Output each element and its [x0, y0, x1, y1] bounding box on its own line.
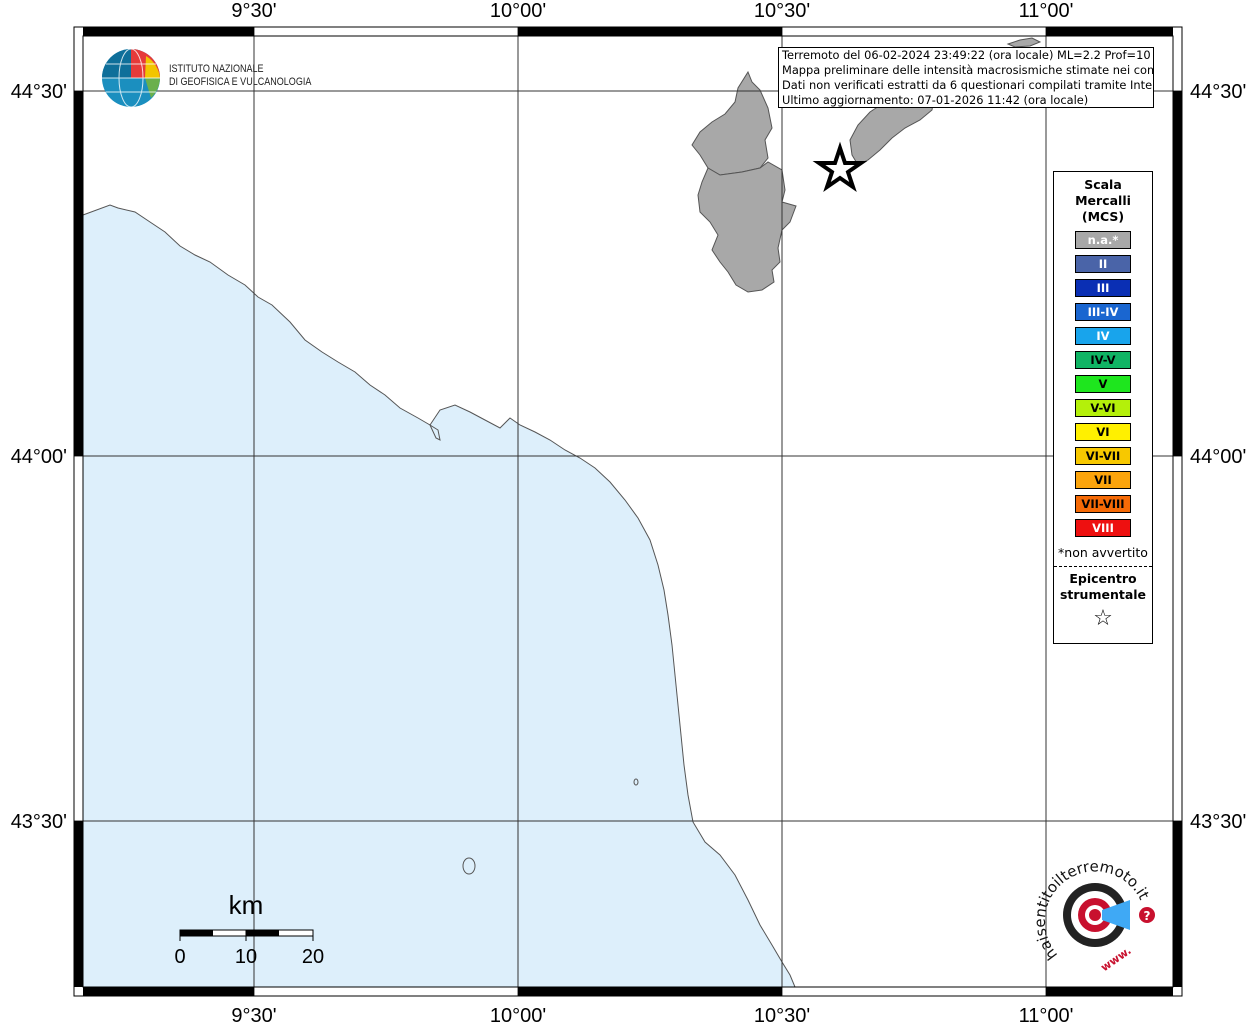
legend-note: *non avvertito — [1058, 545, 1148, 560]
legend-swatch-viii: VIII — [1075, 519, 1131, 537]
legend-swatch-v-vi: V-VI — [1075, 399, 1131, 417]
legend-swatch-ii: II — [1075, 255, 1131, 273]
legend-title-line: Mercalli — [1075, 193, 1131, 208]
legend-title-line: Scala — [1084, 177, 1122, 192]
legend-swatch-iii-iv: III-IV — [1075, 303, 1131, 321]
ingv-name-line1: ISTITUTO NAZIONALE — [169, 63, 264, 75]
epicenter-label-line: Epicentro — [1069, 571, 1137, 586]
epicenter-legend-label: Epicentro strumentale — [1054, 571, 1152, 603]
lat-label-left: 44°30' — [11, 81, 67, 103]
scale-tick: 0 — [174, 946, 185, 968]
legend-swatch-iii: III — [1075, 279, 1131, 297]
lon-label-top: 10°30' — [754, 0, 810, 22]
legend-swatch-vi: VI — [1075, 423, 1131, 441]
ingv-name-line2: DI GEOFISICA E VULCANOLOGIA — [169, 76, 312, 88]
question-mark: ? — [1144, 909, 1151, 923]
islet — [633, 778, 639, 786]
intensity-legend: Scala Mercalli (MCS) n.a.* II III III-IV IV I… — [1053, 171, 1153, 644]
event-description: Terremoto del 06-02-2024 23:49:22 (ora l… — [782, 48, 1154, 62]
lon-label-bottom: 10°00' — [490, 1005, 546, 1024]
ingv-logo: ISTITUTO NAZIONALE DI GEOFISICA E VULCAN… — [101, 48, 331, 110]
lon-label-top: 10°00' — [490, 0, 546, 22]
event-info-box: Terremoto del 06-02-2024 23:49:22 (ora l… — [778, 47, 1154, 108]
map-description: Mappa preliminare delle intensità macros… — [782, 63, 1154, 77]
lat-label-right: 44°30' — [1190, 81, 1246, 103]
lat-label-left: 44°00' — [11, 446, 67, 468]
lon-label-bottom: 9°30' — [231, 1005, 276, 1024]
legend-swatch-n-a: n.a.* — [1075, 231, 1131, 249]
lon-label-top: 11°00' — [1019, 0, 1074, 22]
globe-icon — [102, 48, 160, 108]
legend-swatch-iv-v: IV-V — [1075, 351, 1131, 369]
lon-label-bottom: 11°00' — [1019, 1005, 1074, 1024]
legend-swatch-vi-vii: VI-VII — [1075, 447, 1131, 465]
scale-tick: 10 — [235, 946, 257, 968]
data-source-note: Dati non verificati estratti da 6 questi… — [782, 78, 1154, 92]
legend-swatch-v: V — [1075, 375, 1131, 393]
island — [462, 857, 476, 875]
scale-tick: 20 — [302, 946, 324, 968]
legend-divider — [1054, 566, 1152, 567]
lon-label-bottom: 10°30' — [754, 1005, 810, 1024]
legend-title-line: (MCS) — [1081, 209, 1125, 224]
lat-label-left: 43°30' — [11, 811, 67, 833]
lon-label-top: 9°30' — [231, 0, 276, 22]
legend-swatch-vii-viii: VII-VIII — [1075, 495, 1131, 513]
last-update: Ultimo aggiornamento: 07-01-2026 11:42 (… — [782, 93, 1089, 107]
lat-label-right: 44°00' — [1190, 446, 1246, 468]
scale-unit: km — [229, 890, 264, 920]
legend-items: n.a.* II III III-IV IV IV-V V V-VI VI VI-VII VII VI… — [1054, 231, 1152, 537]
lat-label-right: 43°30' — [1190, 811, 1246, 833]
legend-swatch-iv: IV — [1075, 327, 1131, 345]
epicenter-star-legend-icon: ☆ — [1093, 606, 1113, 631]
legend-swatch-vii: VII — [1075, 471, 1131, 489]
legend-title: Scala Mercalli (MCS) — [1054, 177, 1152, 225]
epicenter-label-line: strumentale — [1059, 587, 1147, 602]
